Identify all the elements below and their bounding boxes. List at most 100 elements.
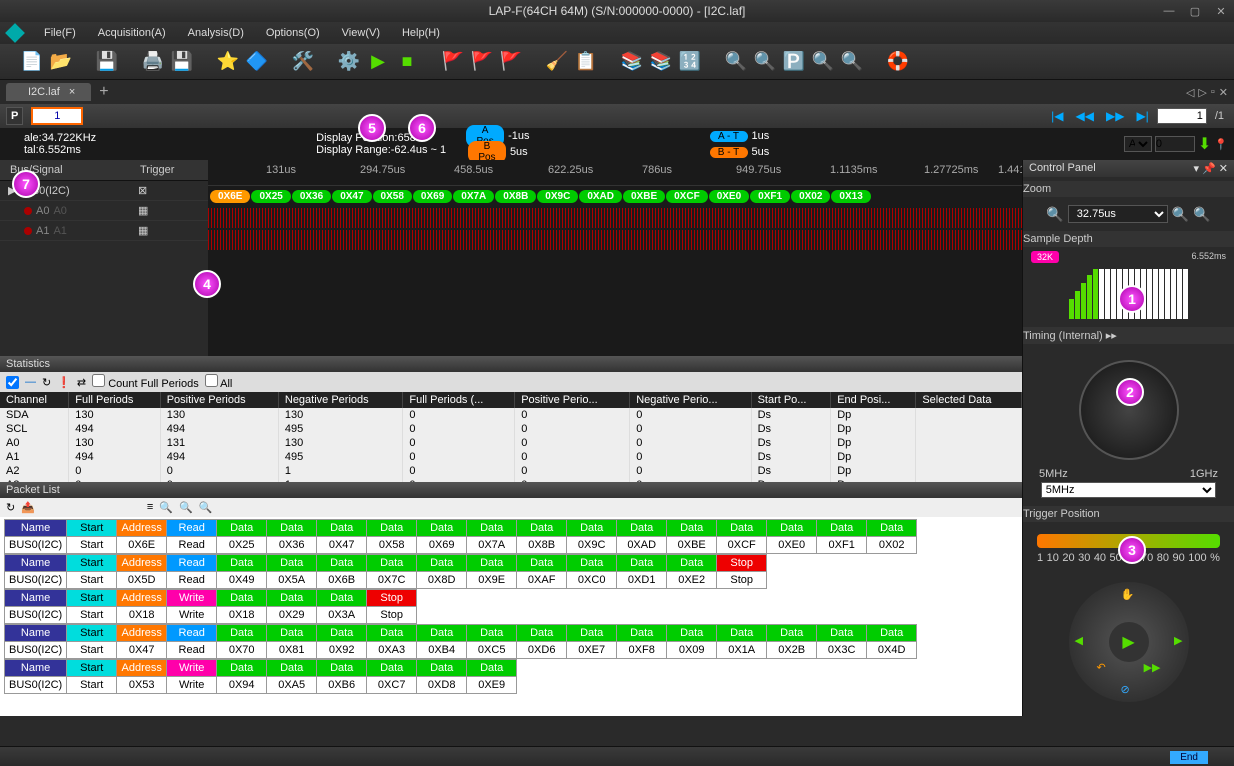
save-plus-icon[interactable]: 💾 [170,50,194,74]
timing-label[interactable]: Timing (Internal) ▸▸ [1023,327,1234,344]
new-file-icon[interactable]: 📄 [20,50,44,74]
eraser-icon[interactable]: 🧹 [545,50,569,74]
help-icon[interactable]: 🛟 [886,50,910,74]
zoom-fit-icon[interactable]: 🔍 [1172,206,1189,223]
waveform-plot[interactable]: 131us 294.75us 458.5us 622.25us 786us 94… [208,160,1022,356]
zoom-p-icon[interactable]: 🅿️ [782,50,806,74]
minus-icon[interactable]: — [25,376,36,388]
tab-close-icon[interactable]: × [69,86,75,98]
menu-file[interactable]: File(F) [34,24,86,42]
pk-search-icon[interactable]: 🔍 [159,501,173,514]
wizard-icon[interactable]: 🔷 [245,50,269,74]
flag-a-icon[interactable]: 🚩 [441,50,465,74]
packet-row[interactable]: NameStartAddressWriteDataDataDataDataDat… [4,659,517,694]
menu-view[interactable]: View(V) [332,24,390,42]
stack2-icon[interactable]: 📚 [649,50,673,74]
timing-dial[interactable] [1079,360,1179,460]
binary-icon[interactable]: 🔢 [678,50,702,74]
signal-a1[interactable]: A1 A1 [0,221,130,241]
cp-chevron-icon[interactable]: ▾ 📌 ✕ [1193,162,1228,175]
flag-ab-icon[interactable]: 🚩 [470,50,494,74]
packet-row[interactable]: NameStartAddressReadDataDataDataDataData… [4,554,767,589]
marker-icon[interactable]: 📍 [1214,138,1228,151]
packet-row[interactable]: NameStartAddressReadDataDataDataDataData… [4,519,917,554]
packet-row[interactable]: NameStartAddressReadDataDataDataDataData… [4,624,917,659]
trigger-bus0[interactable]: ⊠ [130,181,208,201]
pk-refresh-icon[interactable]: ↻ [6,501,15,514]
menu-help[interactable]: Help(H) [392,24,450,42]
pk-list-icon[interactable]: ≡ [147,501,153,514]
restore-icon[interactable]: ▫ [1211,86,1215,99]
flag-b-icon[interactable]: 🚩 [499,50,523,74]
nav-right-icon[interactable]: ▶ [1174,634,1182,647]
star-icon[interactable]: ⭐ [216,50,240,74]
stat-row[interactable]: A0130131130000DsDp [0,436,1022,450]
pk-find-next-icon[interactable]: 🔍 [199,501,213,514]
menu-acquisition[interactable]: Acquisition(A) [88,24,176,42]
stat-row[interactable]: SDA130130130000DsDp [0,408,1022,422]
zoom-in-icon[interactable]: 🔍 [1193,206,1210,223]
pk-export-icon[interactable]: 📤 [21,501,35,514]
zoom-out-icon[interactable]: 🔍 [1046,206,1063,223]
search-right-icon[interactable]: 🔍 [840,50,864,74]
trigger-a0[interactable]: ▦ [130,201,208,221]
stop-icon[interactable]: ■ [395,50,419,74]
menu-analysis[interactable]: Analysis(D) [178,24,254,42]
nav-last-icon[interactable]: ▶| [1132,109,1152,123]
bt-pill[interactable]: B - T [710,147,748,158]
ff-icon[interactable]: ▶▶ [1144,661,1161,674]
count-full-periods-checkbox[interactable]: Count Full Periods [92,374,199,390]
stat-row[interactable]: SCL494494495000DsDp [0,422,1022,436]
nav-next-icon[interactable]: ▶▶ [1102,109,1128,123]
maximize-icon[interactable]: ▢ [1188,4,1202,18]
undo-icon[interactable]: ↶ [1097,661,1106,674]
copy-icon[interactable]: 📋 [574,50,598,74]
pk-find-prev-icon[interactable]: 🔍 [179,501,193,514]
all-checkbox[interactable]: All [205,374,233,390]
freq-select[interactable]: 5MHz [1041,482,1217,498]
nav-wheel[interactable]: ✋ ◀ ▶ ⊘ ↶ ▶▶ ▶ [1069,582,1189,702]
save-icon[interactable]: 💾 [95,50,119,74]
packet-row[interactable]: NameStartAddressWriteDataDataDataStopBUS… [4,589,417,624]
zoom-select[interactable]: 32.75us [1068,205,1168,223]
tools-icon[interactable]: 🛠️ [291,50,315,74]
play-icon[interactable]: ▶ [366,50,390,74]
hand-icon[interactable]: ✋ [1121,588,1135,601]
packet-body[interactable]: NameStartAddressReadDataDataDataDataData… [0,517,1022,716]
zoom-in-icon[interactable]: 🔍 [724,50,748,74]
goto-down-icon[interactable]: ⬇ [1198,134,1211,154]
play-center-icon[interactable]: ▶ [1109,622,1149,662]
stat-row[interactable]: A1494494495000DsDp [0,450,1022,464]
tab-prev-icon[interactable]: ◁ [1186,86,1194,99]
stat-check-icon[interactable] [6,376,19,389]
search-left-icon[interactable]: 🔍 [811,50,835,74]
close-icon[interactable]: ✕ [1214,4,1228,18]
counter-input[interactable]: 1 [31,107,83,125]
tab-i2c[interactable]: I2C.laf × [6,83,91,101]
settings-gear-icon[interactable]: ⚙️ [337,50,361,74]
swap-icon[interactable]: ⇄ [77,376,86,389]
nav-input[interactable] [1157,108,1207,124]
select-a[interactable]: A [1124,136,1152,152]
zoom-out-icon[interactable]: 🔍 [753,50,777,74]
at-pill[interactable]: A - T [710,131,748,142]
nav-left-icon[interactable]: ◀ [1075,634,1083,647]
bus-value: 0X6E [210,190,250,203]
minimize-icon[interactable]: — [1162,4,1176,18]
tab-add-icon[interactable]: + [93,83,114,101]
nav-prev-icon[interactable]: ◀◀ [1072,109,1098,123]
stack-icon[interactable]: 📚 [620,50,644,74]
cancel-icon[interactable]: ⊘ [1121,683,1130,696]
close-doc-icon[interactable]: ✕ [1219,86,1228,99]
menu-options[interactable]: Options(O) [256,24,330,42]
stat-row[interactable]: A2001000DsDp [0,464,1022,478]
tab-next-icon[interactable]: ▷ [1198,86,1206,99]
trigger-a1[interactable]: ▦ [130,221,208,241]
info-icon[interactable]: ❗ [57,376,71,389]
refresh-icon[interactable]: ↻ [42,376,51,389]
open-icon[interactable]: 📂 [49,50,73,74]
nav-first-icon[interactable]: |◀ [1047,109,1067,123]
goto-input[interactable] [1155,136,1195,152]
signal-a0[interactable]: A0 A0 [0,201,130,221]
print-icon[interactable]: 🖨️ [141,50,165,74]
